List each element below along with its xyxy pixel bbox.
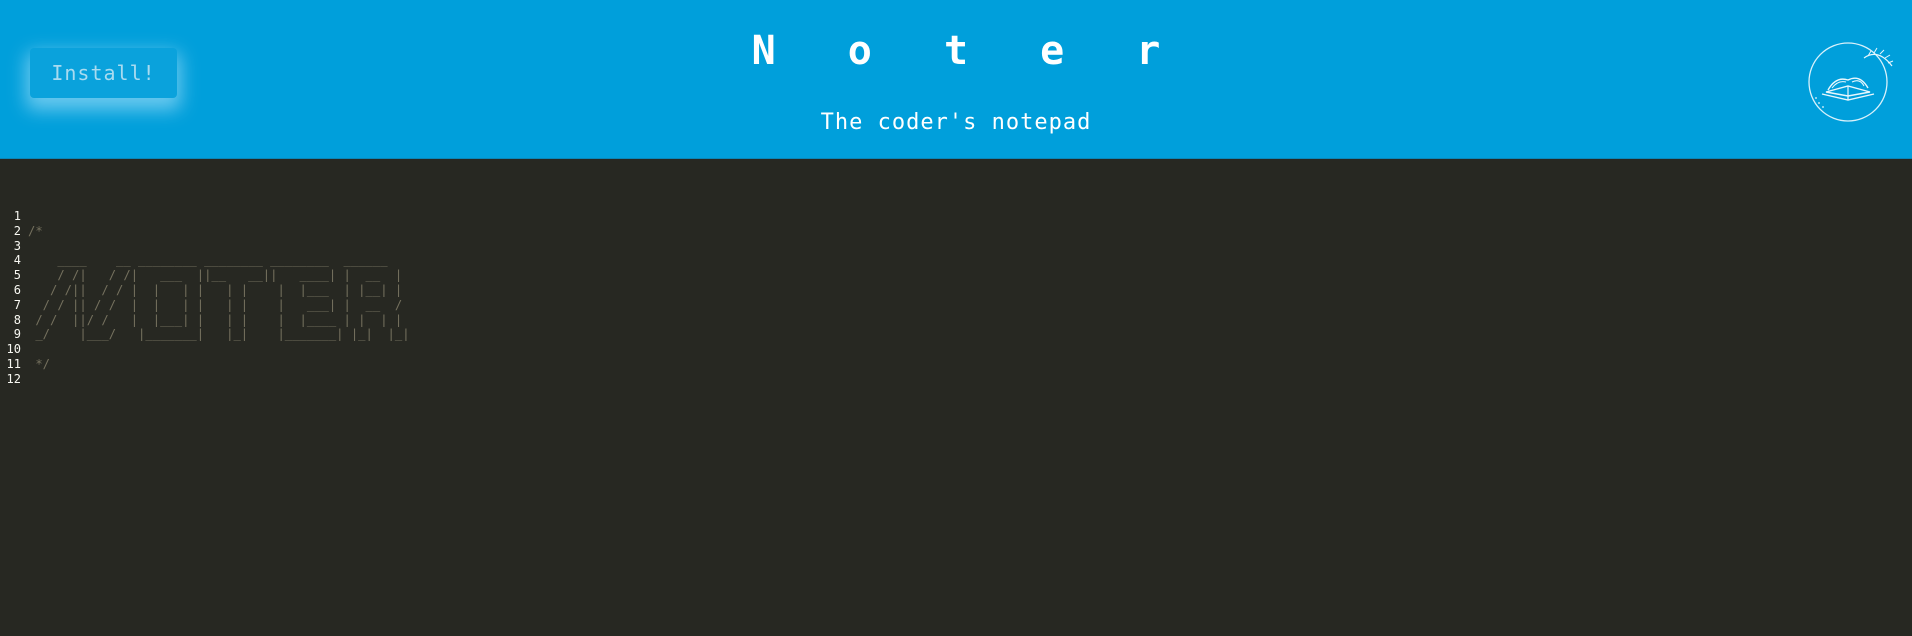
code-line[interactable] bbox=[28, 342, 1908, 357]
code-line[interactable] bbox=[28, 372, 1908, 387]
line-number: 6 bbox=[13, 282, 21, 297]
line-number: 2 bbox=[13, 223, 21, 238]
line-number: 11 bbox=[6, 356, 21, 371]
line-number: 7 bbox=[13, 297, 21, 312]
code-line[interactable]: / / || / / | | | | | | | ___| | __ / bbox=[28, 298, 1908, 313]
line-number: 9 bbox=[13, 327, 21, 342]
code-editor[interactable]: 1 2 3 4 5 6 7 8 9 10 11 12 /* ____ __ __… bbox=[0, 160, 1912, 636]
code-line[interactable]: / /|| / / | | | | | | | |___ | |__| | bbox=[28, 283, 1908, 298]
line-number: 4 bbox=[13, 253, 21, 268]
code-line[interactable]: / / ||/ / | |___| | | | | |____ | | | | bbox=[28, 313, 1908, 328]
code-content[interactable]: /* ____ __ ________ ________ ________ __… bbox=[28, 209, 1908, 387]
code-line[interactable]: */ bbox=[28, 357, 1908, 372]
app-subtitle: The coder's notepad bbox=[820, 110, 1092, 135]
open-book-icon bbox=[1808, 42, 1894, 122]
line-number: 8 bbox=[13, 312, 21, 327]
line-number: 1 bbox=[13, 209, 21, 223]
line-number: 12 bbox=[6, 371, 21, 386]
code-line[interactable]: _/ |___/ |_______| |_| |_______| |_| |_| bbox=[28, 327, 1908, 342]
code-line[interactable]: /* bbox=[28, 224, 1908, 239]
line-number: 3 bbox=[13, 238, 21, 253]
line-number-gutter: 1 2 3 4 5 6 7 8 9 10 11 12 bbox=[0, 209, 24, 387]
code-line[interactable] bbox=[28, 209, 1908, 224]
line-number: 5 bbox=[13, 268, 21, 283]
code-line[interactable] bbox=[28, 239, 1908, 254]
code-line[interactable]: / /| / /| ___ ||__ __|| ____| | __ | bbox=[28, 268, 1908, 283]
app-header: Install! N o t e r The coder's notepad bbox=[0, 0, 1912, 159]
app-title: N o t e r bbox=[751, 28, 1185, 74]
code-line[interactable]: ____ __ ________ ________ ________ _____… bbox=[28, 253, 1908, 268]
line-number: 10 bbox=[6, 342, 21, 357]
